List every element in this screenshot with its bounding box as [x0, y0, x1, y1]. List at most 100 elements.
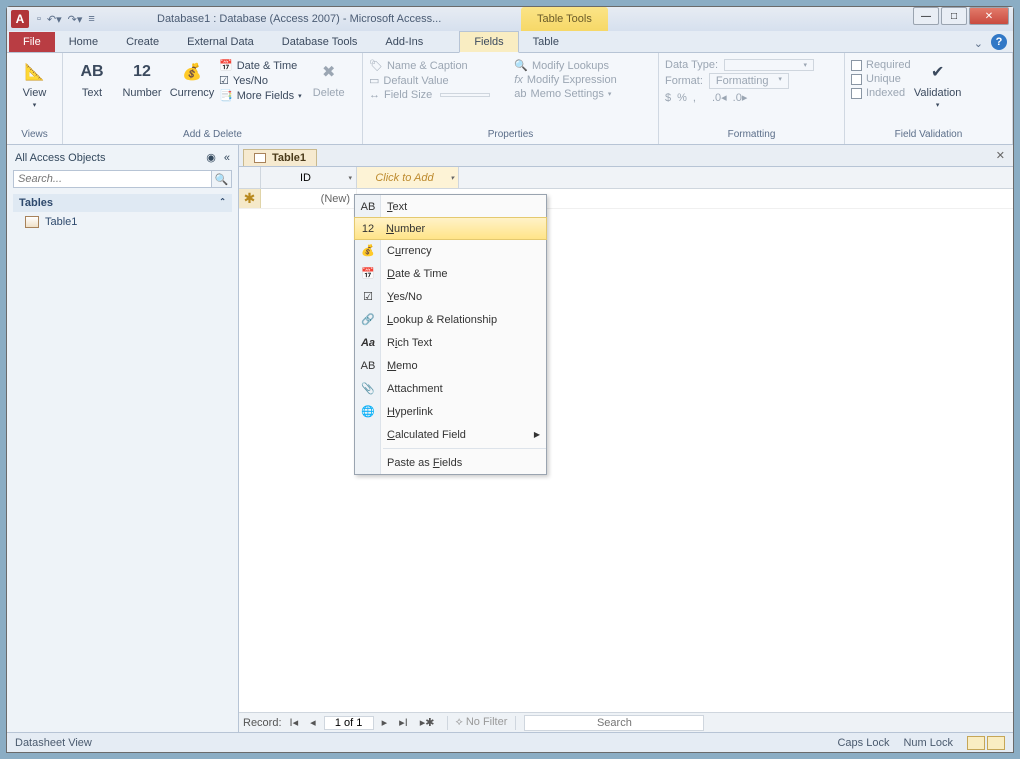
menu-item-calculated[interactable]: Calculated Field▶	[355, 423, 546, 446]
menu-item-memo[interactable]: ABMemo	[355, 354, 546, 377]
column-header-click-to-add[interactable]: Click to Add▾	[357, 167, 459, 188]
view-button[interactable]: 📐View▾	[13, 59, 56, 109]
tab-add-ins[interactable]: Add-Ins	[371, 32, 437, 52]
tag-icon: 🏷	[369, 59, 383, 72]
modify-lookups-button[interactable]: 🔍Modify Lookups	[514, 59, 616, 72]
redo-icon[interactable]: ↷▾	[68, 13, 83, 26]
checkbox-icon: ☑	[359, 290, 377, 303]
document-tabs: Table1 ✕	[239, 145, 1013, 167]
document-close-icon[interactable]: ✕	[996, 149, 1005, 162]
table-icon	[254, 153, 266, 163]
ribbon: 📐View▾ Views ABText 12Number 💰Currency 📅…	[7, 53, 1013, 145]
close-button[interactable]: ✕	[969, 7, 1009, 25]
minimize-button[interactable]: —	[913, 7, 939, 25]
menu-item-attachment[interactable]: 📎Attachment	[355, 377, 546, 400]
chevron-down-icon[interactable]: ▾	[348, 174, 352, 182]
menu-item-lookup[interactable]: 🔗Lookup & Relationship	[355, 308, 546, 331]
text-icon: AB	[79, 59, 105, 85]
default-value-button[interactable]: ▭Default Value	[369, 74, 490, 87]
memo-icon: ab	[514, 88, 526, 100]
datetime-field-button[interactable]: 📅Date & Time	[219, 59, 302, 72]
indexed-checkbox[interactable]: Indexed	[851, 87, 911, 99]
calendar-icon: 📅	[219, 59, 233, 72]
datatype-dropdown[interactable]: ▾	[724, 59, 814, 71]
next-record-button[interactable]: ▸	[378, 716, 392, 729]
menu-item-text[interactable]: ABText	[355, 195, 546, 218]
nav-collapse-icon[interactable]: «	[224, 152, 230, 164]
memo-settings-button[interactable]: abMemo Settings ▾	[514, 88, 616, 100]
modify-expression-button[interactable]: fxModify Expression	[514, 74, 616, 86]
lookup-icon: 🔍	[514, 59, 528, 72]
required-checkbox[interactable]: Required	[851, 59, 911, 71]
menu-item-yesno[interactable]: ☑Yes/No	[355, 285, 546, 308]
filter-indicator[interactable]: ⟡ No Filter	[456, 716, 508, 729]
tab-create[interactable]: Create	[112, 32, 173, 52]
document-tab-table1[interactable]: Table1	[243, 149, 317, 166]
record-position-input[interactable]	[324, 716, 374, 730]
tab-fields[interactable]: Fields	[459, 31, 518, 53]
attachment-icon: 📎	[359, 382, 377, 395]
number-format-buttons[interactable]: $%,.0◂.0▸	[665, 91, 747, 104]
format-dropdown[interactable]: Formatting▾	[709, 73, 789, 89]
maximize-button[interactable]: □	[941, 7, 967, 25]
submenu-arrow-icon: ▶	[534, 430, 540, 439]
datatype-label: Data Type:	[665, 59, 718, 71]
menu-item-hyperlink[interactable]: 🌐Hyperlink	[355, 400, 546, 423]
first-record-button[interactable]: I◂	[286, 716, 303, 729]
text-field-button[interactable]: ABText	[69, 59, 115, 99]
select-all-cell[interactable]	[239, 167, 261, 188]
tab-external-data[interactable]: External Data	[173, 32, 268, 52]
menu-separator	[383, 448, 546, 449]
tab-file[interactable]: File	[9, 32, 55, 52]
design-view-button[interactable]	[987, 736, 1005, 750]
yesno-field-button[interactable]: ☑Yes/No	[219, 74, 302, 87]
nav-title: All Access Objects	[15, 152, 105, 164]
name-caption-button[interactable]: 🏷Name & Caption	[369, 59, 490, 72]
currency-field-button[interactable]: 💰Currency	[169, 59, 215, 99]
record-navigator: Record: I◂ ◂ ▸ ▸I ▸✱ ⟡ No Filter	[239, 712, 1013, 732]
currency-icon: 💰	[359, 244, 377, 257]
tab-database-tools[interactable]: Database Tools	[268, 32, 372, 52]
field-size-button[interactable]: ↔Field Size	[369, 89, 490, 101]
new-record-button[interactable]: ▸✱	[416, 716, 439, 729]
cell-id-new[interactable]: (New)	[261, 189, 357, 208]
prev-record-button[interactable]: ◂	[306, 716, 320, 729]
delete-icon: ✖	[316, 59, 342, 85]
nav-section-tables[interactable]: Tables⌃	[13, 194, 232, 212]
save-icon[interactable]: ▫	[37, 13, 41, 25]
title-bar: A ▫ ↶▾ ↷▾ ≡ Database1 : Database (Access…	[7, 7, 1013, 31]
column-header-id[interactable]: ID▾	[261, 167, 357, 188]
collapse-ribbon-icon[interactable]: ⌄	[974, 37, 983, 50]
menu-item-datetime[interactable]: 📅Date & Time	[355, 262, 546, 285]
record-search-input[interactable]	[524, 715, 704, 731]
menu-item-number[interactable]: 12Number	[354, 217, 547, 240]
chevron-down-icon[interactable]: ▾	[450, 174, 454, 182]
qat-dropdown-icon[interactable]: ≡	[88, 13, 94, 25]
tab-table[interactable]: Table	[519, 32, 573, 52]
view-icon: 📐	[22, 59, 48, 85]
help-icon[interactable]: ?	[991, 34, 1007, 50]
nav-search-input[interactable]	[13, 170, 212, 188]
navigation-pane: All Access Objects ◉ « 🔍 Tables⌃ Table1	[7, 145, 239, 732]
fx-icon: fx	[514, 74, 523, 86]
lookup-icon: 🔗	[359, 313, 377, 326]
last-record-button[interactable]: ▸I	[395, 716, 412, 729]
status-bar: Datasheet View Caps Lock Num Lock	[7, 732, 1013, 752]
menu-item-paste-fields[interactable]: Paste as Fields	[355, 451, 546, 474]
unique-checkbox[interactable]: Unique	[851, 73, 911, 85]
app-icon: A	[11, 10, 29, 28]
validation-button[interactable]: ✔Validation▾	[915, 59, 961, 109]
search-icon[interactable]: 🔍	[212, 170, 232, 188]
delete-field-button[interactable]: ✖Delete	[306, 59, 352, 99]
chevron-up-icon: ⌃	[219, 197, 226, 209]
nav-item-table1[interactable]: Table1	[7, 212, 238, 232]
undo-icon[interactable]: ↶▾	[47, 13, 62, 26]
menu-item-richtext[interactable]: AaRich Text	[355, 331, 546, 354]
number-field-button[interactable]: 12Number	[119, 59, 165, 99]
new-row-indicator-icon[interactable]: ✱	[239, 189, 261, 208]
datasheet-view-button[interactable]	[967, 736, 985, 750]
nav-filter-icon[interactable]: ◉	[206, 152, 216, 164]
menu-item-currency[interactable]: 💰Currency	[355, 239, 546, 262]
tab-home[interactable]: Home	[55, 32, 112, 52]
more-fields-button[interactable]: 📑More Fields ▾	[219, 89, 302, 102]
